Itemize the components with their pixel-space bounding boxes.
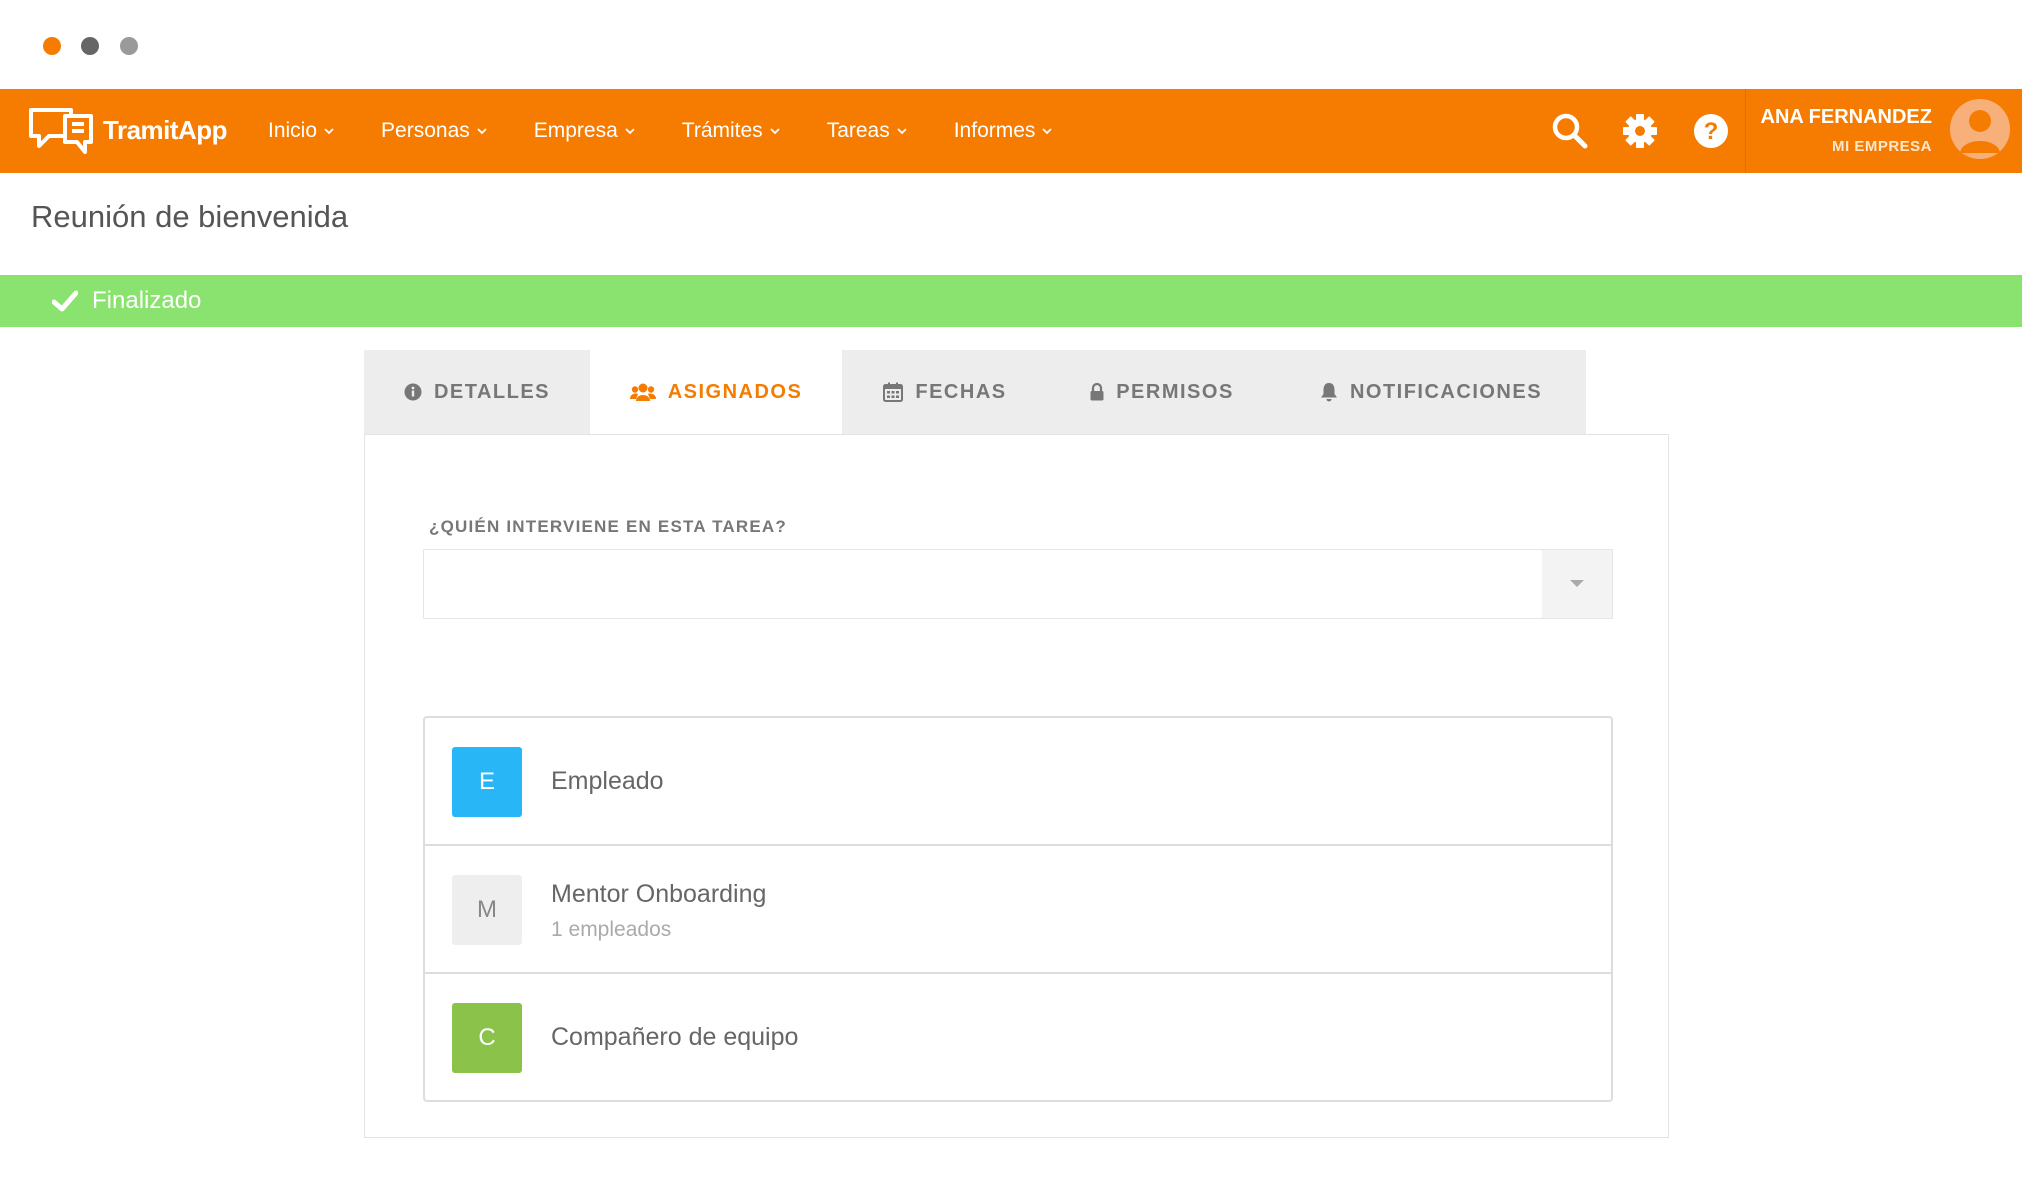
nav-item-informes[interactable]: Informes	[954, 119, 1054, 143]
caret-down-icon	[1570, 580, 1584, 587]
lock-icon	[1090, 383, 1104, 401]
settings-button[interactable]	[1618, 109, 1662, 153]
task-tabs: DETALLES ASIGNADOS FECHAS PERMISOS NOTIF…	[364, 350, 1586, 434]
tab-label: FECHAS	[915, 380, 1007, 403]
nav-item-label: Empresa	[533, 119, 618, 142]
chevron-down-icon	[477, 128, 487, 135]
chat-bubble-logo-icon	[29, 108, 93, 154]
window-minimize-button[interactable]	[81, 37, 99, 55]
assignee-badge: M	[452, 875, 522, 945]
user-name: ANA FERNANDEZ	[1760, 106, 1932, 128]
top-navbar: TramitApp Inicio Personas Empresa Trámit…	[0, 89, 2022, 173]
assignee-name: Compañero de equipo	[551, 1023, 799, 1051]
assignee-select-label: ¿QUIÉN INTERVIENE EN ESTA TAREA?	[429, 517, 787, 536]
app-logo[interactable]: TramitApp	[27, 100, 228, 160]
nav-item-label: Informes	[953, 119, 1036, 142]
window-maximize-button[interactable]	[120, 37, 138, 55]
nav-item-inicio[interactable]: Inicio	[268, 119, 335, 143]
status-label: Finalizado	[92, 287, 202, 314]
search-button[interactable]	[1548, 109, 1592, 153]
list-item[interactable]: E Empleado	[425, 718, 1611, 846]
users-icon	[629, 383, 656, 401]
search-icon	[1552, 113, 1588, 149]
tab-permisos[interactable]: PERMISOS	[1048, 350, 1276, 434]
chevron-down-icon	[324, 128, 334, 135]
tab-fechas[interactable]: FECHAS	[842, 350, 1048, 434]
tab-notificaciones[interactable]: NOTIFICACIONES	[1276, 350, 1586, 434]
logo-text: TramitApp	[103, 114, 228, 145]
nav-item-label: Trámites	[681, 119, 763, 142]
nav-item-personas[interactable]: Personas	[381, 119, 488, 143]
main-menu: Inicio Personas Empresa Trámites Tareas …	[268, 89, 1099, 173]
nav-item-label: Personas	[381, 119, 470, 142]
assignee-select[interactable]	[423, 549, 1613, 619]
assignee-badge: E	[452, 747, 522, 817]
help-button[interactable]: ?	[1689, 109, 1733, 153]
nav-item-tramites[interactable]: Trámites	[682, 119, 781, 143]
assignee-list: E Empleado M Mentor Onboarding 1 emplead…	[423, 716, 1613, 1102]
assignee-name: Empleado	[551, 767, 664, 795]
check-icon	[52, 290, 78, 312]
tab-label: DETALLES	[433, 380, 551, 403]
chevron-down-icon	[625, 128, 635, 135]
nav-item-label: Tareas	[826, 119, 890, 142]
assignee-badge: C	[452, 1003, 522, 1073]
tab-label: PERMISOS	[1116, 380, 1234, 403]
list-item[interactable]: C Compañero de equipo	[425, 974, 1611, 1102]
gear-icon	[1623, 114, 1657, 148]
svg-text:?: ?	[1704, 118, 1719, 145]
chevron-down-icon	[897, 128, 907, 135]
page-title: Reunión de bienvenida	[31, 199, 349, 234]
assignee-name: Mentor Onboarding	[551, 880, 767, 908]
tab-label: NOTIFICACIONES	[1349, 380, 1543, 403]
status-banner: Finalizado	[0, 275, 2022, 327]
chevron-down-icon	[1042, 128, 1053, 135]
user-company: MI EMPRESA	[1831, 138, 1932, 155]
calendar-icon	[883, 382, 904, 402]
info-icon	[404, 383, 422, 401]
chevron-down-icon	[770, 128, 780, 135]
assignee-subtitle: 1 empleados	[551, 918, 672, 941]
tab-asignados[interactable]: ASIGNADOS	[590, 350, 842, 434]
tab-detalles[interactable]: DETALLES	[364, 350, 590, 434]
list-item[interactable]: M Mentor Onboarding 1 empleados	[425, 846, 1611, 974]
tab-label: ASIGNADOS	[667, 380, 803, 403]
select-dropdown-button[interactable]	[1542, 550, 1612, 618]
nav-item-empresa[interactable]: Empresa	[534, 119, 636, 143]
window-titlebar	[0, 0, 2022, 89]
avatar[interactable]	[1950, 99, 2010, 159]
bell-icon	[1320, 383, 1337, 402]
nav-item-label: Inicio	[268, 119, 318, 142]
nav-item-tareas[interactable]: Tareas	[827, 119, 908, 143]
window-close-button[interactable]	[43, 37, 61, 55]
help-icon: ?	[1694, 114, 1728, 148]
assignees-panel: ¿QUIÉN INTERVIENE EN ESTA TAREA? E Emple…	[364, 434, 1669, 1138]
user-avatar-icon	[1950, 99, 2010, 159]
